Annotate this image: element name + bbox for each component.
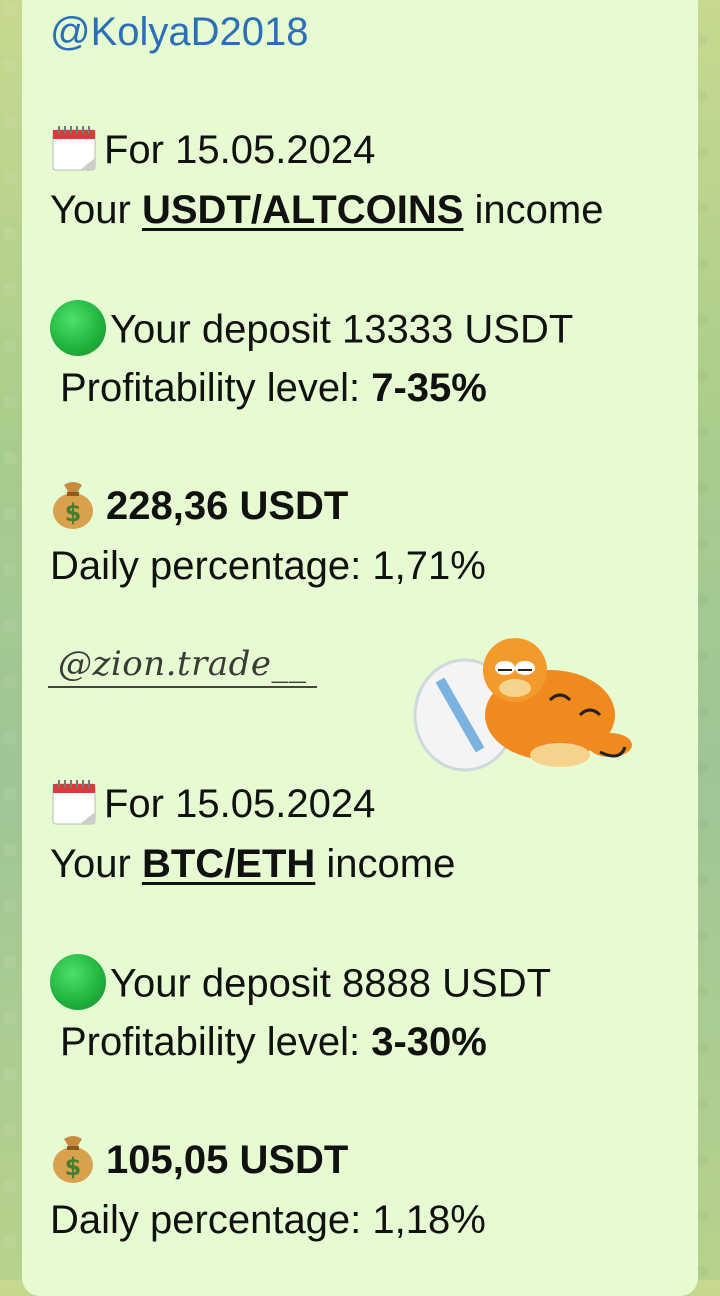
deposit-line-2: Your deposit 8888 USDT bbox=[50, 954, 551, 1014]
watermark-text: @zion.trade__ bbox=[48, 642, 317, 688]
green-circle-icon bbox=[50, 954, 106, 1010]
sleeping-cat-sticker[interactable] bbox=[410, 620, 640, 780]
income-line-1: Your USDT/ALTCOINS income bbox=[50, 188, 604, 232]
amount-line-2: $ 105,05 USDT bbox=[50, 1136, 348, 1187]
date-line-2: For 15.05.2024 bbox=[50, 780, 375, 830]
calendar-icon bbox=[50, 778, 100, 826]
amount-line-1: $ 228,36 USDT bbox=[50, 482, 348, 533]
income-line-2: Your BTC/ETH income bbox=[50, 842, 456, 886]
profitability-line-2: Profitability level: 3-30% bbox=[60, 1020, 487, 1064]
daily-line-1: Daily percentage: 1,71% bbox=[50, 544, 486, 588]
calendar-icon bbox=[50, 124, 100, 172]
sender-link[interactable]: @KolyaD2018 bbox=[50, 8, 309, 56]
deposit-line-1: Your deposit 13333 USDT bbox=[50, 300, 573, 360]
money-bag-icon: $ bbox=[50, 1133, 96, 1184]
profitability-line-1: Profitability level: 7-35% bbox=[60, 366, 487, 410]
date-line-1: For 15.05.2024 bbox=[50, 126, 375, 176]
pair-label-2: BTC/ETH bbox=[141, 842, 316, 886]
green-circle-icon bbox=[50, 300, 106, 356]
svg-text:$: $ bbox=[65, 1153, 82, 1181]
daily-line-2: Daily percentage: 1,18% bbox=[50, 1198, 486, 1242]
pair-label-1: USDT/ALTCOINS bbox=[141, 188, 464, 232]
svg-text:$: $ bbox=[65, 499, 82, 527]
money-bag-icon: $ bbox=[50, 479, 96, 530]
